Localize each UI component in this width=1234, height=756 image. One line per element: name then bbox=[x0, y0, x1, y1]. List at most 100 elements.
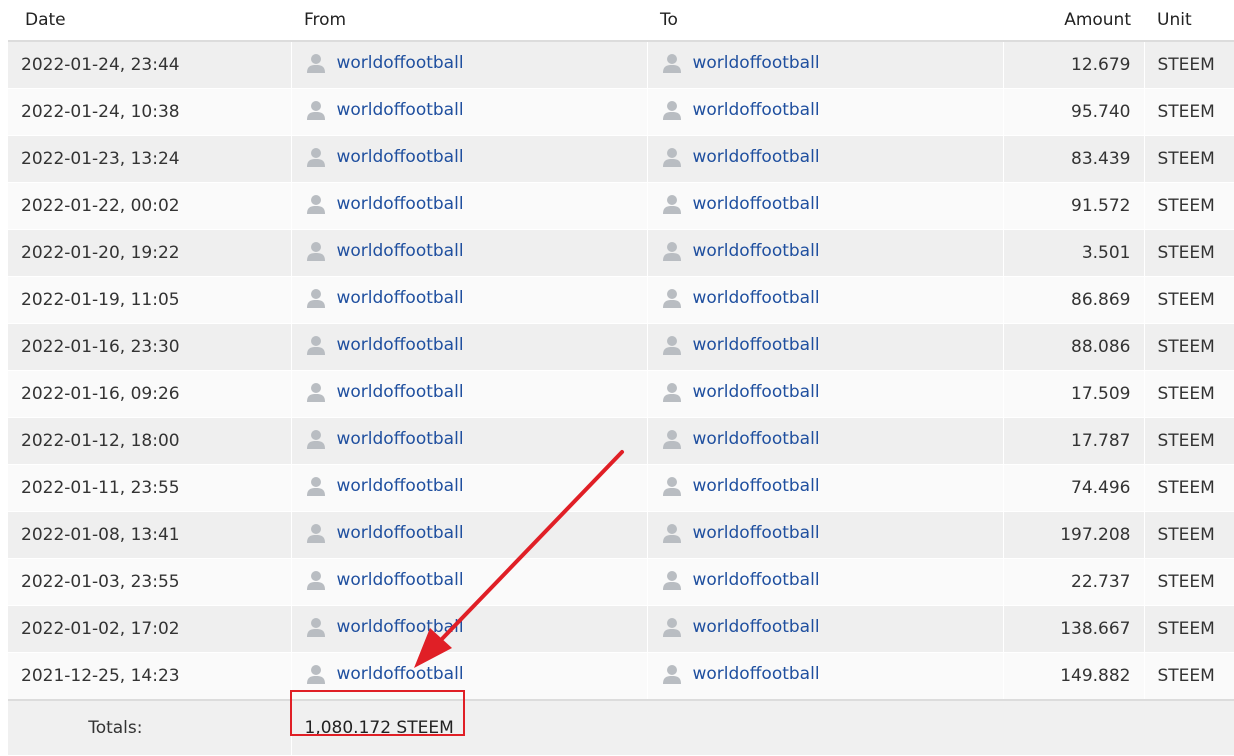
cell-from: worldoffootball bbox=[291, 41, 648, 89]
user-avatar-icon bbox=[305, 475, 327, 497]
cell-unit: STEEM bbox=[1144, 652, 1234, 701]
to-account-link[interactable]: worldoffootball bbox=[693, 147, 820, 167]
to-account-link[interactable]: worldoffootball bbox=[693, 523, 820, 543]
cell-date: 2022-01-23, 13:24 bbox=[0, 135, 292, 183]
cell-unit: STEEM bbox=[1144, 605, 1234, 653]
to-account-link[interactable]: worldoffootball bbox=[693, 288, 820, 308]
cell-date: 2022-01-02, 17:02 bbox=[0, 605, 292, 653]
to-account-link[interactable]: worldoffootball bbox=[693, 241, 820, 261]
user-avatar-icon bbox=[661, 52, 683, 74]
to-account-link[interactable]: worldoffootball bbox=[693, 194, 820, 214]
cell-amount: 3.501 bbox=[1003, 229, 1145, 277]
to-account-link[interactable]: worldoffootball bbox=[693, 570, 820, 590]
user-avatar-icon bbox=[305, 193, 327, 215]
from-account-link[interactable]: worldoffootball bbox=[337, 288, 464, 308]
cell-from: worldoffootball bbox=[291, 511, 648, 559]
cell-amount: 86.869 bbox=[1003, 276, 1145, 324]
header-unit[interactable]: Unit bbox=[1144, 0, 1234, 42]
from-account-link[interactable]: worldoffootball bbox=[337, 100, 464, 120]
from-account-link[interactable]: worldoffootball bbox=[337, 194, 464, 214]
header-date[interactable]: Date bbox=[4, 0, 291, 42]
user-avatar-icon bbox=[305, 146, 327, 168]
cell-from: worldoffootball bbox=[291, 323, 648, 371]
table-row: 2022-01-08, 13:41 worldoffootball worldoff… bbox=[0, 511, 1234, 559]
to-account-link[interactable]: worldoffootball bbox=[693, 617, 820, 637]
cell-date: 2022-01-20, 19:22 bbox=[0, 229, 292, 277]
from-account-link[interactable]: worldoffootball bbox=[337, 241, 464, 261]
to-account-link[interactable]: worldoffootball bbox=[693, 335, 820, 355]
header-to[interactable]: To bbox=[647, 0, 1003, 42]
user-avatar-icon bbox=[305, 381, 327, 403]
from-account-link[interactable]: worldoffootball bbox=[337, 147, 464, 167]
cell-to: worldoffootball bbox=[647, 88, 1004, 136]
from-account-link[interactable]: worldoffootball bbox=[337, 664, 464, 684]
cell-date: 2022-01-22, 00:02 bbox=[0, 182, 292, 230]
header-amount[interactable]: Amount bbox=[1003, 0, 1144, 42]
user-avatar-icon bbox=[305, 569, 327, 591]
header-from[interactable]: From bbox=[291, 0, 647, 42]
cell-from: worldoffootball bbox=[291, 370, 648, 418]
cell-to: worldoffootball bbox=[647, 370, 1004, 418]
user-avatar-icon bbox=[661, 240, 683, 262]
user-avatar-icon bbox=[305, 334, 327, 356]
table-row: 2022-01-03, 23:55 worldoffootball worldoff… bbox=[0, 558, 1234, 606]
cell-from: worldoffootball bbox=[291, 182, 648, 230]
to-account-link[interactable]: worldoffootball bbox=[693, 429, 820, 449]
user-avatar-icon bbox=[305, 428, 327, 450]
user-avatar-icon bbox=[661, 146, 683, 168]
user-avatar-icon bbox=[661, 99, 683, 121]
user-avatar-icon bbox=[661, 522, 683, 544]
cell-to: worldoffootball bbox=[647, 41, 1004, 89]
table-header-row: Date From To Amount Unit bbox=[4, 0, 1234, 42]
cell-amount: 12.679 bbox=[1003, 41, 1145, 89]
from-account-link[interactable]: worldoffootball bbox=[337, 476, 464, 496]
from-account-link[interactable]: worldoffootball bbox=[337, 570, 464, 590]
from-account-link[interactable]: worldoffootball bbox=[337, 53, 464, 73]
from-account-link[interactable]: worldoffootball bbox=[337, 429, 464, 449]
cell-unit: STEEM bbox=[1144, 88, 1234, 136]
cell-date: 2022-01-24, 10:38 bbox=[0, 88, 292, 136]
cell-from: worldoffootball bbox=[291, 135, 648, 183]
cell-unit: STEEM bbox=[1144, 135, 1234, 183]
to-account-link[interactable]: worldoffootball bbox=[693, 100, 820, 120]
cell-unit: STEEM bbox=[1144, 229, 1234, 277]
from-account-link[interactable]: worldoffootball bbox=[337, 335, 464, 355]
cell-from: worldoffootball bbox=[291, 276, 648, 324]
cell-amount: 149.882 bbox=[1003, 652, 1145, 701]
cell-to: worldoffootball bbox=[647, 417, 1004, 465]
to-account-link[interactable]: worldoffootball bbox=[693, 53, 820, 73]
cell-unit: STEEM bbox=[1144, 558, 1234, 606]
cell-amount: 91.572 bbox=[1003, 182, 1145, 230]
cell-unit: STEEM bbox=[1144, 41, 1234, 89]
cell-unit: STEEM bbox=[1144, 276, 1234, 324]
table-row: 2022-01-24, 10:38 worldoffootball worldoff… bbox=[0, 88, 1234, 136]
cell-unit: STEEM bbox=[1144, 182, 1234, 230]
user-avatar-icon bbox=[305, 616, 327, 638]
cell-to: worldoffootball bbox=[647, 276, 1004, 324]
cell-date: 2022-01-08, 13:41 bbox=[0, 511, 292, 559]
totals-label: Totals: bbox=[0, 699, 292, 756]
user-avatar-icon bbox=[661, 287, 683, 309]
to-account-link[interactable]: worldoffootball bbox=[693, 664, 820, 684]
user-avatar-icon bbox=[661, 334, 683, 356]
cell-from: worldoffootball bbox=[291, 464, 648, 512]
table-row: 2022-01-24, 23:44 worldoffootball worldoff… bbox=[0, 41, 1234, 89]
from-account-link[interactable]: worldoffootball bbox=[337, 617, 464, 637]
cell-date: 2022-01-16, 23:30 bbox=[0, 323, 292, 371]
cell-to: worldoffootball bbox=[647, 558, 1004, 606]
cell-date: 2021-12-25, 14:23 bbox=[0, 652, 292, 701]
table-row: 2022-01-16, 09:26 worldoffootball worldoff… bbox=[0, 370, 1234, 418]
to-account-link[interactable]: worldoffootball bbox=[693, 476, 820, 496]
table-row: 2022-01-11, 23:55 worldoffootball worldoff… bbox=[0, 464, 1234, 512]
user-avatar-icon bbox=[305, 240, 327, 262]
table-row: 2022-01-20, 19:22 worldoffootball worldoff… bbox=[0, 229, 1234, 277]
user-avatar-icon bbox=[305, 52, 327, 74]
cell-date: 2022-01-19, 11:05 bbox=[0, 276, 292, 324]
user-avatar-icon bbox=[305, 99, 327, 121]
from-account-link[interactable]: worldoffootball bbox=[337, 382, 464, 402]
to-account-link[interactable]: worldoffootball bbox=[693, 382, 820, 402]
from-account-link[interactable]: worldoffootball bbox=[337, 523, 464, 543]
cell-date: 2022-01-12, 18:00 bbox=[0, 417, 292, 465]
cell-amount: 138.667 bbox=[1003, 605, 1145, 653]
transfers-table: Date From To Amount Unit 2022-01-24, 23:… bbox=[0, 0, 1234, 756]
